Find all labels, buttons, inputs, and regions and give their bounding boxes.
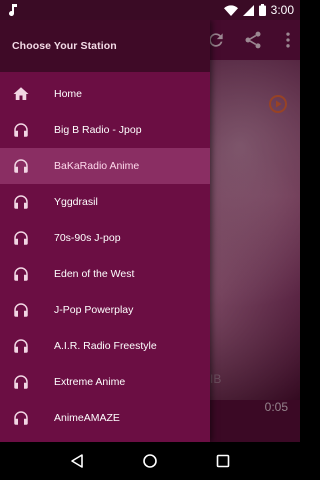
- back-icon[interactable]: [63, 447, 91, 475]
- station-item[interactable]: Extreme Anime: [0, 364, 210, 400]
- menu-item-home[interactable]: Home: [0, 76, 210, 112]
- drawer-header: Choose Your Station: [0, 20, 210, 72]
- status-bar: 3:00: [0, 0, 300, 20]
- station-item[interactable]: 70s-90s J-pop: [0, 220, 210, 256]
- headphones-icon: [12, 373, 30, 391]
- station-label: J-Pop Powerplay: [54, 304, 134, 316]
- station-label: AnimeAMAZE: [54, 412, 120, 424]
- headphones-icon: [12, 229, 30, 247]
- station-label: BaKaRadio Anime: [54, 160, 140, 172]
- home-circle-icon[interactable]: [136, 447, 164, 475]
- station-label: Yggdrasil: [54, 196, 98, 208]
- headphones-icon: [12, 409, 30, 427]
- station-label: A.I.R. Radio Freestyle: [54, 340, 157, 352]
- station-item[interactable]: Big B Radio - Jpop: [0, 112, 210, 148]
- system-nav-bar: [0, 442, 300, 480]
- navigation-drawer: Choose Your Station Home Big B Radio - Jp…: [0, 20, 210, 442]
- station-label: 70s-90s J-pop: [54, 232, 121, 244]
- drawer-title: Choose Your Station: [12, 40, 117, 52]
- headphones-icon: [12, 157, 30, 175]
- headphones-icon: [12, 337, 30, 355]
- station-item[interactable]: J-Pop Powerplay: [0, 292, 210, 328]
- recents-icon[interactable]: [209, 447, 237, 475]
- station-list: Home Big B Radio - Jpop BaKaRadio Anime Ygg…: [0, 72, 210, 436]
- headphones-icon: [12, 301, 30, 319]
- drawer-scrim[interactable]: [210, 20, 300, 442]
- station-label: Eden of the West: [54, 268, 135, 280]
- station-label: Extreme Anime: [54, 376, 126, 388]
- station-item[interactable]: Yggdrasil: [0, 184, 210, 220]
- headphones-icon: [12, 121, 30, 139]
- headphones-icon: [12, 193, 30, 211]
- battery-icon: [258, 4, 266, 16]
- station-label: Home: [54, 88, 83, 100]
- station-item[interactable]: BaKaRadio Anime: [0, 148, 210, 184]
- music-note-icon: [8, 4, 18, 16]
- wifi-icon: [223, 4, 238, 16]
- clock: 3:00: [270, 3, 294, 17]
- headphones-icon: [12, 265, 30, 283]
- cell-signal-icon: [242, 4, 254, 16]
- station-item[interactable]: A.I.R. Radio Freestyle: [0, 328, 210, 364]
- station-item[interactable]: Eden of the West: [0, 256, 210, 292]
- home-icon: [12, 85, 30, 103]
- station-label: Big B Radio - Jpop: [54, 124, 142, 136]
- station-item[interactable]: AnimeAMAZE: [0, 400, 210, 436]
